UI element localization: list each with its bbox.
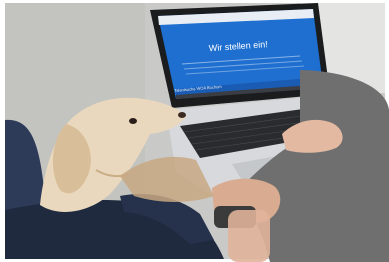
photo-frame: Wir stellen ein! Talentsuche WOA Bochum (0, 0, 389, 262)
dog-eye (129, 118, 137, 124)
dog-nose (178, 112, 186, 118)
photo (0, 0, 389, 262)
forearm (228, 210, 270, 262)
